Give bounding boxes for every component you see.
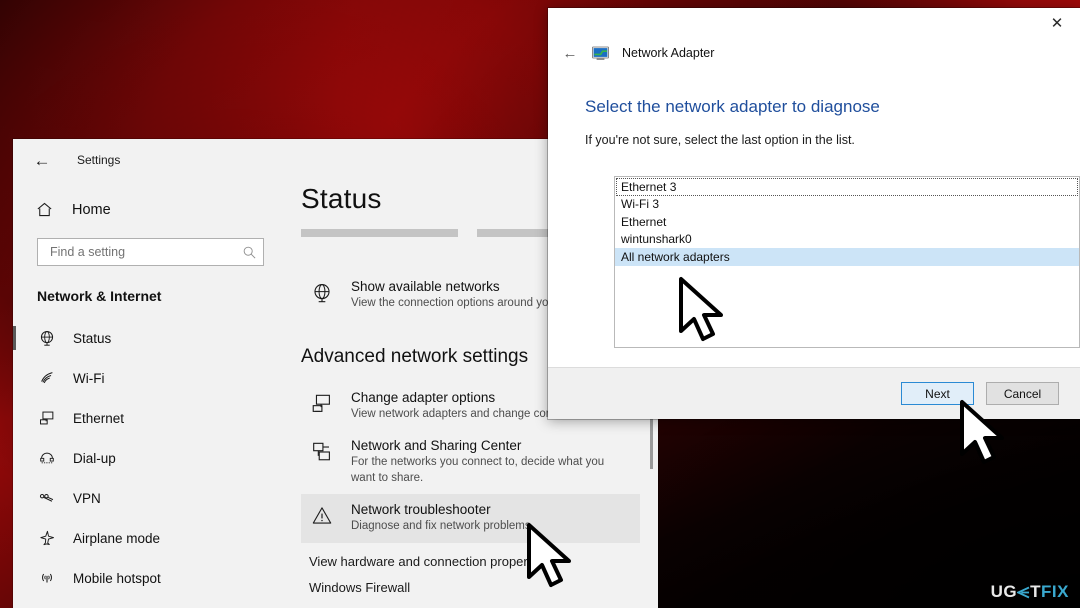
sidebar-item-home-label: Home — [72, 201, 111, 218]
sidebar-section-label: Network & Internet — [37, 288, 162, 304]
sharing-center-icon — [309, 439, 335, 465]
option-subtitle: For the networks you connect to, decide … — [351, 456, 605, 484]
option-subtitle: Diagnose and fix network problems. — [351, 520, 534, 533]
sidebar-item-ethernet-label: Ethernet — [73, 410, 125, 426]
dialog-header-title: Network Adapter — [622, 46, 715, 60]
settings-sidebar: ← Settings Home Find a setting Network &… — [13, 139, 286, 608]
sidebar-nav-list: Status Wi-Fi Ethernet Dial-up VPN Airpla… — [13, 318, 286, 598]
ethernet-icon — [37, 409, 56, 428]
sidebar-item-status[interactable]: Status — [13, 318, 286, 358]
option-title: Network and Sharing Center — [351, 438, 522, 454]
dialog-titlebar: ✕ — [548, 8, 1080, 42]
option-subtitle: View network adapters and change connect… — [351, 407, 577, 420]
option-title: Change adapter options — [351, 389, 496, 405]
airplane-icon — [37, 529, 56, 548]
home-icon — [35, 200, 54, 219]
watermark-part-3: FIX — [1041, 582, 1069, 601]
desktop-background: ← Settings Home Find a setting Network &… — [0, 0, 1080, 608]
back-arrow-icon[interactable]: ← — [561, 45, 579, 62]
sidebar-item-ethernet[interactable]: Ethernet — [13, 398, 286, 438]
dialog-header: ← Network Adapter — [548, 40, 1080, 66]
ugetfix-watermark: UG T FIX — [991, 583, 1069, 600]
search-input[interactable] — [48, 244, 242, 260]
list-item[interactable]: Ethernet 3 — [616, 178, 1078, 196]
search-box[interactable] — [37, 238, 264, 266]
back-arrow-icon[interactable]: ← — [31, 149, 53, 171]
dialog-footer: Next Cancel — [548, 367, 1080, 419]
list-item[interactable]: Ethernet — [615, 213, 1079, 231]
sidebar-item-dialup-label: Dial-up — [73, 450, 116, 466]
hotspot-icon — [37, 569, 56, 588]
globe-icon — [309, 280, 335, 306]
sidebar-item-airplane-mode-label: Airplane mode — [73, 530, 161, 546]
cancel-button[interactable]: Cancel — [986, 382, 1059, 405]
adapter-listbox[interactable]: Ethernet 3 Wi-Fi 3 Ethernet wintunshark0… — [614, 176, 1080, 348]
watermark-part-1: UG — [990, 582, 1018, 601]
list-item[interactable]: All network adapters — [615, 248, 1079, 266]
sidebar-item-status-label: Status — [73, 330, 112, 346]
stylized-e-icon — [1015, 585, 1030, 599]
close-icon[interactable]: ✕ — [1034, 8, 1080, 38]
settings-window-title: Settings — [77, 153, 121, 167]
sidebar-item-dialup[interactable]: Dial-up — [13, 438, 286, 478]
sidebar-item-wifi[interactable]: Wi-Fi — [13, 358, 286, 398]
dialog-subheading: If you're not sure, select the last opti… — [585, 133, 855, 147]
monitor-network-icon — [309, 391, 335, 417]
warning-triangle-icon — [309, 503, 335, 529]
option-subtitle: View the connection options around you. — [351, 297, 558, 309]
vpn-icon — [37, 489, 56, 508]
settings-titlebar: ← Settings — [13, 139, 286, 181]
sidebar-item-mobile-hotspot[interactable]: Mobile hotspot — [13, 558, 286, 598]
network-adapter-icon — [592, 46, 609, 61]
sidebar-item-vpn[interactable]: VPN — [13, 478, 286, 518]
option-network-troubleshooter[interactable]: Network troubleshooter Diagnose and fix … — [301, 494, 640, 543]
dialog-heading: Select the network adapter to diagnose — [585, 97, 880, 116]
sidebar-item-wifi-label: Wi-Fi — [73, 370, 105, 386]
network-adapter-troubleshooter-dialog: ✕ ← Network Adapter Select the network a… — [548, 8, 1080, 419]
link-view-hardware-and-connection-properties[interactable]: View hardware and connection properties — [301, 554, 658, 569]
wifi-icon — [37, 369, 56, 388]
dialog-body: Select the network adapter to diagnose I… — [548, 66, 1080, 367]
link-windows-firewall[interactable]: Windows Firewall — [301, 580, 658, 595]
list-item[interactable]: Wi-Fi 3 — [615, 196, 1079, 214]
sidebar-item-home[interactable]: Home — [13, 191, 286, 228]
sidebar-item-vpn-label: VPN — [73, 490, 101, 506]
option-title: Show available networks — [351, 279, 500, 294]
sidebar-item-airplane-mode[interactable]: Airplane mode — [13, 518, 286, 558]
redacted-bar — [301, 229, 458, 237]
next-button[interactable]: Next — [901, 382, 974, 405]
option-network-and-sharing-center[interactable]: Network and Sharing Center For the netwo… — [301, 430, 640, 494]
list-item[interactable]: wintunshark0 — [615, 231, 1079, 249]
globe-icon — [37, 329, 56, 348]
dialup-phone-icon — [37, 449, 56, 468]
search-icon — [242, 245, 257, 260]
watermark-part-2: T — [1030, 582, 1042, 601]
option-title: Network troubleshooter — [351, 502, 491, 518]
sidebar-item-mobile-hotspot-label: Mobile hotspot — [73, 570, 161, 586]
